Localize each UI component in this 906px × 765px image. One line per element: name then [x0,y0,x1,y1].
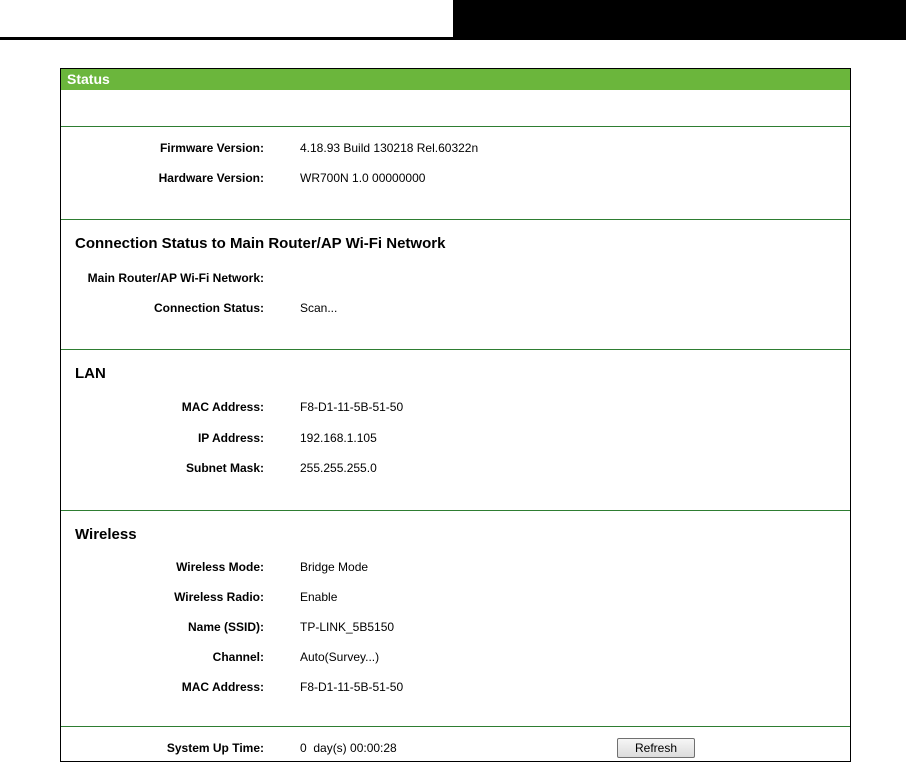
lan-section-title: LAN [75,365,106,382]
lan-mac-address-label: MAC Address: [181,400,264,414]
lan-subnet-mask-value: 255.255.255.0 [300,461,377,475]
connection-status-label: Connection Status: [154,301,264,315]
status-panel: Status Firmware Version: 4.18.93 Build 1… [60,68,851,762]
firmware-version-value: 4.18.93 Build 130218 Rel.60322n [300,141,479,155]
section-divider [61,726,850,727]
panel-title: Status [61,69,850,90]
connection-section-title: Connection Status to Main Router/AP Wi-F… [75,235,446,252]
lan-ip-address-value: 192.168.1.105 [300,431,377,445]
top-black-band [453,0,906,40]
lan-ip-address-label: IP Address: [197,431,264,445]
channel-label: Channel: [212,650,264,664]
hardware-version-value: WR700N 1.0 00000000 [300,171,426,185]
wireless-radio-label: Wireless Radio: [174,590,264,604]
channel-value: Auto(Survey...) [300,650,380,664]
wireless-section-title: Wireless [75,526,137,543]
hardware-version-label: Hardware Version: [158,171,264,185]
top-rule [0,37,455,40]
firmware-version-label: Firmware Version: [159,141,264,155]
wireless-mode-value: Bridge Mode [300,560,369,574]
wireless-mac-address-label: MAC Address: [181,680,264,694]
system-uptime-label: System Up Time: [166,741,264,755]
ssid-value: TP-LINK_5B5150 [300,620,395,634]
section-divider [61,349,850,350]
section-divider [61,126,850,127]
section-divider [61,219,850,220]
section-divider [61,510,850,511]
refresh-button[interactable]: Refresh [617,738,695,758]
lan-subnet-mask-label: Subnet Mask: [185,461,264,475]
wireless-radio-value: Enable [300,590,338,604]
lan-mac-address-value: F8-D1-11-5B-51-50 [300,400,404,414]
ssid-label: Name (SSID): [187,620,264,634]
system-uptime-value: 0 day(s) 00:00:28 [300,741,397,755]
main-router-network-label: Main Router/AP Wi-Fi Network: [87,271,264,285]
connection-status-value: Scan... [300,301,338,315]
document-top-bar [0,0,906,40]
wireless-mode-label: Wireless Mode: [176,560,264,574]
wireless-mac-address-value: F8-D1-11-5B-51-50 [300,680,404,694]
